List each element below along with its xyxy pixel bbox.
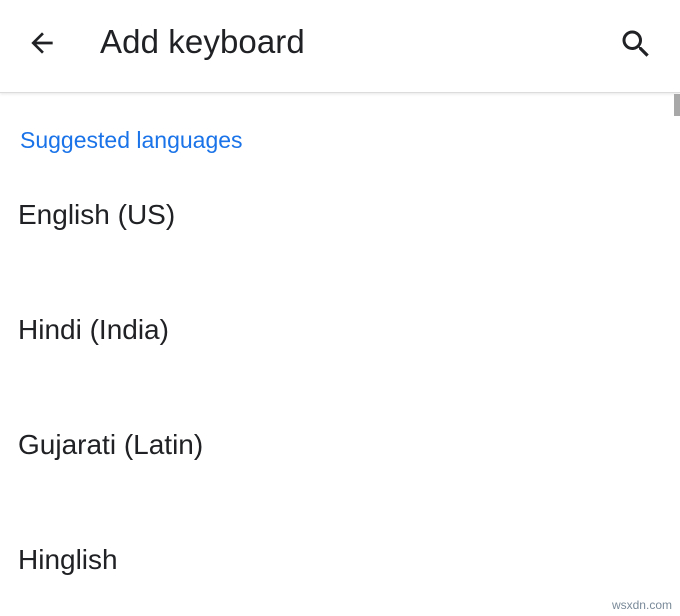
search-button[interactable] <box>608 18 664 70</box>
page-title: Add keyboard <box>100 23 305 60</box>
language-label: Gujarati (Latin) <box>18 429 204 460</box>
app-bar: Add keyboard <box>0 0 680 93</box>
search-icon <box>622 30 649 57</box>
watermark: wsxdn.com <box>611 598 672 612</box>
screen: Add keyboard Suggested languages English… <box>0 0 680 616</box>
language-label: Hinglish <box>18 544 118 575</box>
language-item-gujarati-latin[interactable]: Gujarati (Latin) <box>0 398 672 513</box>
back-button[interactable] <box>14 19 70 67</box>
language-label: English (US) <box>18 199 176 230</box>
language-item-english-us[interactable]: English (US) <box>0 168 672 283</box>
language-label: Hindi (India) <box>18 314 169 345</box>
language-item-hindi-india[interactable]: Hindi (India) <box>0 283 672 398</box>
language-item-hinglish[interactable]: Hinglish <box>0 513 672 616</box>
section-header: Suggested languages <box>20 127 243 153</box>
scrollbar[interactable] <box>674 94 680 116</box>
arrow-back-icon <box>31 32 53 54</box>
language-list: English (US) Hindi (India) Gujarati (Lat… <box>0 168 672 616</box>
